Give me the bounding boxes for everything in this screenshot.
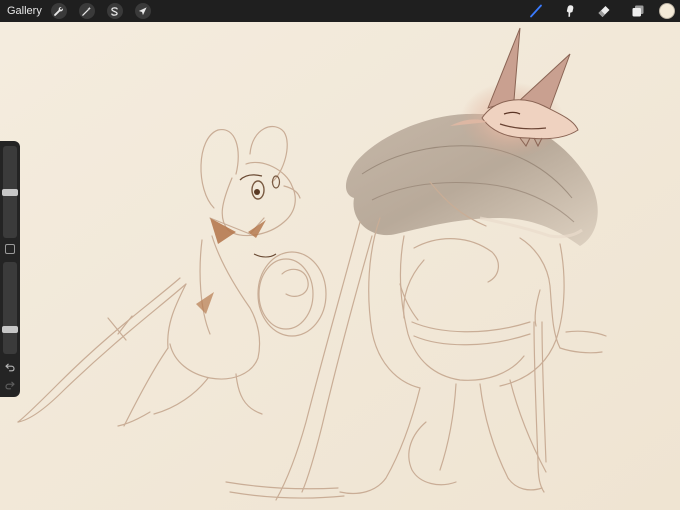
redo-button[interactable] xyxy=(3,378,17,392)
actions-button[interactable] xyxy=(50,3,67,19)
eraser-tool-button[interactable] xyxy=(587,0,621,22)
layers-icon xyxy=(632,5,644,17)
smudge-icon xyxy=(566,5,574,17)
selection-button[interactable] xyxy=(106,3,123,19)
gallery-button[interactable]: Gallery xyxy=(7,5,42,17)
adjustments-button[interactable] xyxy=(78,3,95,19)
opacity-slider[interactable] xyxy=(2,262,18,354)
color-picker-button[interactable] xyxy=(659,3,675,19)
brush-tool-button[interactable] xyxy=(519,0,553,22)
transform-button[interactable] xyxy=(134,3,151,19)
brush-size-thumb[interactable] xyxy=(2,188,18,196)
top-toolbar: Gallery xyxy=(0,0,680,22)
undo-button[interactable] xyxy=(3,360,17,374)
sketch-artwork xyxy=(0,22,680,510)
drawing-canvas[interactable] xyxy=(0,22,680,510)
layers-button[interactable] xyxy=(621,0,655,22)
brush-sidebar xyxy=(0,141,20,397)
selection-icon xyxy=(111,6,119,16)
brush-size-slider[interactable] xyxy=(2,146,18,238)
wrench-icon xyxy=(54,6,64,16)
brush-icon xyxy=(530,4,542,18)
redo-icon xyxy=(5,381,15,390)
modify-button[interactable] xyxy=(5,244,15,254)
undo-icon xyxy=(5,363,15,372)
magic-wand-icon xyxy=(82,6,92,16)
transform-arrow-icon xyxy=(139,6,147,15)
opacity-thumb[interactable] xyxy=(2,325,18,333)
right-tool-group xyxy=(519,0,680,22)
eraser-icon xyxy=(598,6,610,17)
smudge-tool-button[interactable] xyxy=(553,0,587,22)
